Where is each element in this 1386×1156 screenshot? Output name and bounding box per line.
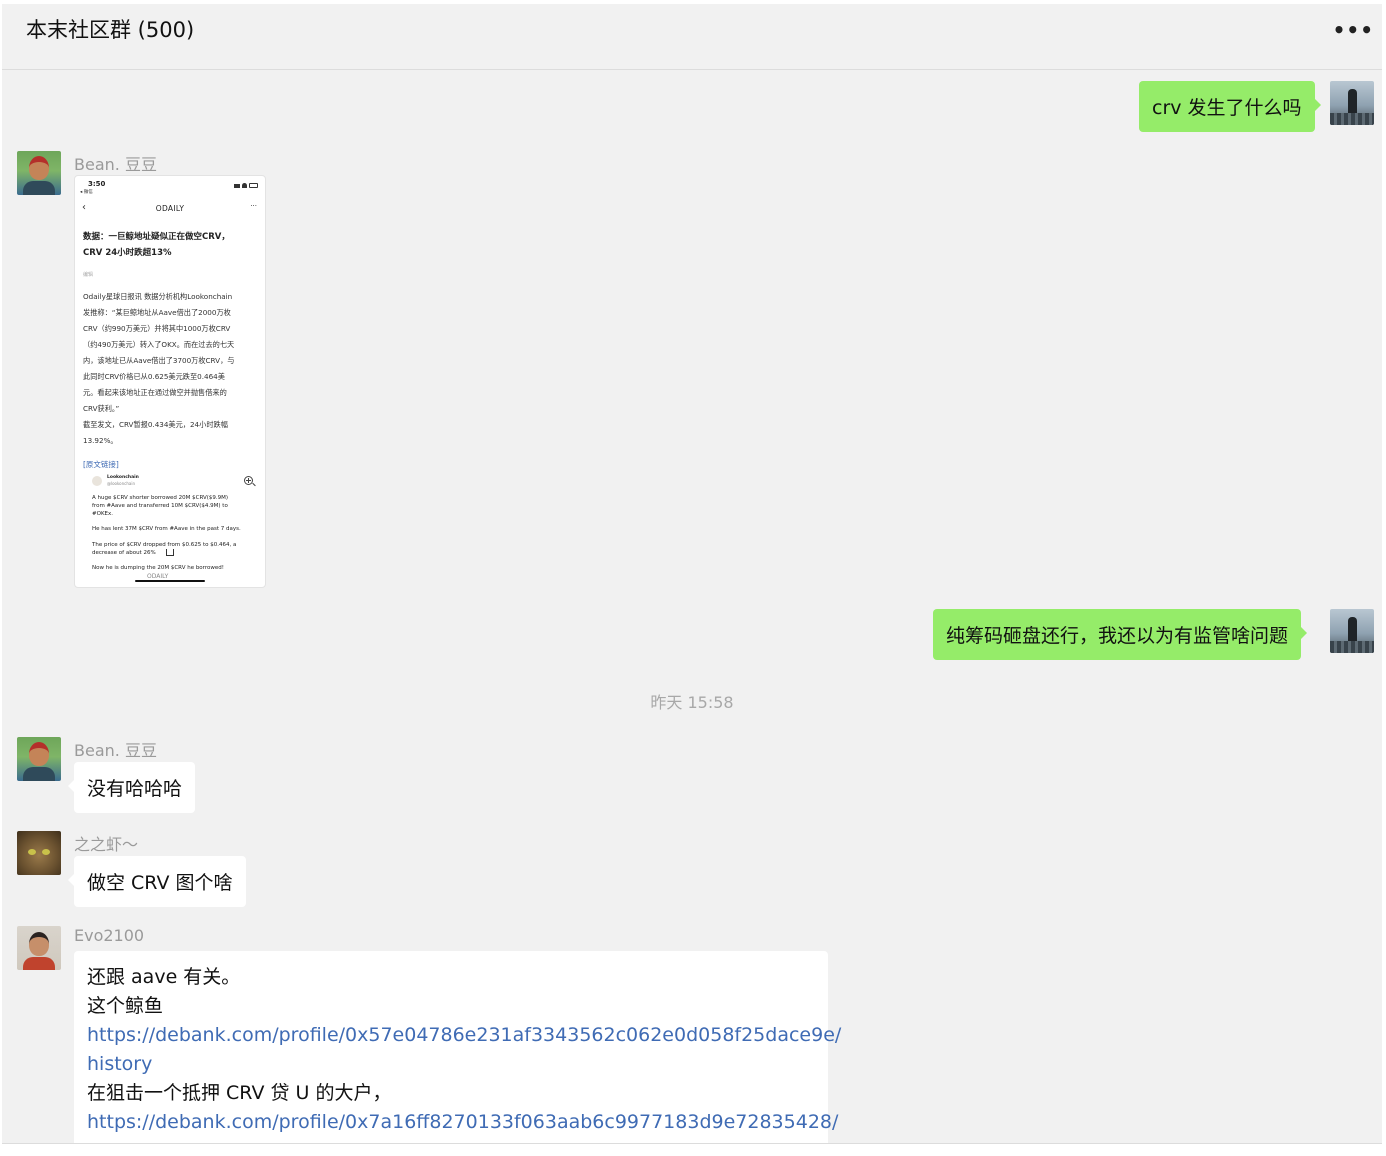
avatar-bean[interactable]	[17, 737, 61, 781]
avatar-self[interactable]	[1330, 81, 1374, 125]
avatar-bean[interactable]	[17, 151, 61, 195]
message-bubble-incoming[interactable]: 做空 CRV 图个啥	[68, 856, 246, 907]
image-message-screenshot[interactable]: 3:50 ◂ 微信 ‹ ODAILY ··· 数据：一巨鲸地址疑似正在做空CRV…	[74, 175, 266, 588]
article-body-line: 此同时CRV价格已从0.625美元跌至0.464美	[83, 372, 225, 381]
article-body-line: Odaily星球日报讯 数据分析机构Lookonchain	[83, 292, 233, 301]
tweet-line: The price of $CRV dropped from $0.625 to…	[92, 542, 237, 548]
avatar-evo[interactable]	[17, 926, 61, 970]
status-back: ◂ 微信	[80, 190, 93, 195]
avatar-cat[interactable]	[17, 831, 61, 875]
message-link[interactable]: https://debank.com/profile/0x57e04786e23…	[87, 1021, 841, 1050]
message-bubble-outgoing[interactable]: 纯筹码砸盘还行，我还以为有监管啥问题	[933, 609, 1308, 660]
home-indicator	[135, 580, 205, 582]
sender-name: 之之虾～	[74, 835, 139, 854]
message-bubble-outgoing[interactable]: crv 发生了什么吗	[1139, 81, 1321, 132]
article-source-tag: 编辑	[83, 272, 94, 278]
message-bubble-incoming[interactable]: 没有哈哈哈	[67, 762, 196, 813]
screenshot-nav-title: ODAILY	[155, 204, 185, 213]
sender-name: Evo2100	[74, 926, 145, 945]
article-body-line: 元。看起来该地址正在通过做空并抛售借来的	[83, 388, 227, 397]
message-line: 还跟 aave 有关。	[87, 966, 241, 988]
tweet-line: from #Aave and transferred 10M $CRV($4.9…	[92, 503, 228, 509]
article-body-line: 发推称：“某巨鲸地址从Aave借出了2000万枚	[83, 308, 231, 317]
chat-window: 本末社区群 (500) ••• crv 发生了什么吗 Bean. 豆豆 3:50…	[2, 4, 1382, 1144]
message-link[interactable]: https://debank.com/profile/0x7a16ff82701…	[87, 1108, 838, 1137]
more-icon[interactable]: ···	[250, 202, 257, 210]
tweet-line: decrease of about 26%	[92, 550, 156, 556]
article-body-line: 内，该地址已从Aave借出了3700万枚CRV，与	[83, 356, 235, 365]
message-line: 在狙击一个抵押 CRV 贷 U 的大户，	[87, 1082, 392, 1104]
share-icon[interactable]	[166, 549, 174, 556]
more-icon[interactable]: •••	[1333, 18, 1374, 42]
article-headline-line1: 数据：一巨鲸地址疑似正在做空CRV，	[83, 232, 230, 242]
tweet-author: Lookonchain	[107, 475, 139, 480]
zoom-in-icon[interactable]	[244, 476, 256, 487]
tweet-line: He has lent 37M $CRV from #Aave in the p…	[92, 526, 241, 532]
tweet-avatar	[92, 476, 102, 486]
message-bubble-incoming[interactable]: 还跟 aave 有关。 这个鲸鱼 https://debank.com/prof…	[74, 951, 841, 1144]
status-time: 3:50	[88, 180, 106, 188]
article-body-line: CRV（约990万美元）并将其中1000万枚CRV	[83, 324, 231, 333]
avatar-self[interactable]	[1330, 609, 1374, 653]
status-icons	[234, 183, 258, 188]
message-link[interactable]: history	[87, 1050, 815, 1079]
tweet-line: Now he is dumping the 20M $CRV he borrow…	[92, 565, 224, 571]
group-title: 本末社区群 (500)	[26, 18, 195, 42]
chat-header: 本末社区群 (500) •••	[2, 4, 1382, 70]
article-body-line: 13.92%。	[83, 436, 118, 445]
footer-brand: ODAILY	[147, 573, 169, 580]
sender-name: Bean. 豆豆	[74, 155, 157, 174]
tweet-handle: @lookonchain	[107, 481, 135, 486]
timestamp-divider: 昨天 15:58	[650, 693, 734, 712]
tweet-line: A huge $CRV shorter borrowed 20M $CRV($9…	[92, 495, 229, 501]
article-body-line: 截至发文，CRV暂报0.434美元，24小时跌幅	[83, 420, 228, 429]
article-headline-line2: CRV 24小时跌超13%	[83, 248, 172, 258]
message-line: 这个鲸鱼	[87, 995, 164, 1017]
sender-name: Bean. 豆豆	[74, 741, 157, 760]
article-body-line: （约490万美元）转入了OKX。而在过去的七天	[83, 340, 235, 349]
tweet-line: #OKEx.	[92, 511, 114, 517]
article-body-line: CRV获利。”	[83, 404, 120, 413]
article-source-link[interactable]: [原文链接]	[83, 459, 119, 470]
input-divider	[2, 1143, 1382, 1144]
